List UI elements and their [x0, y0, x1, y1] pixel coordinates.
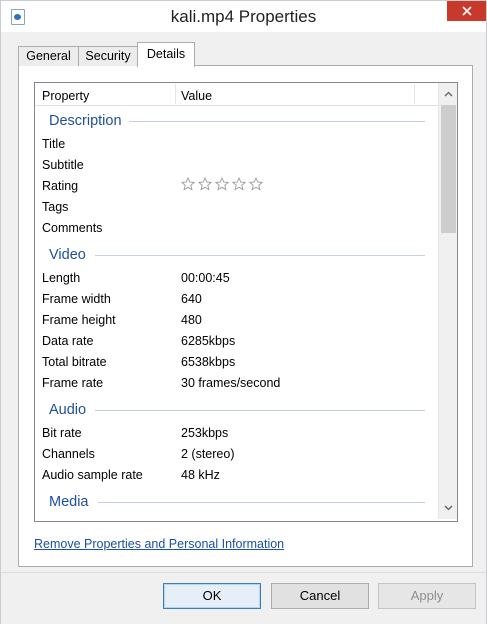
property-length[interactable]: Length [42, 268, 80, 289]
tab-details[interactable]: Details [137, 42, 195, 67]
property-title[interactable]: Title [42, 134, 65, 155]
property-total-bitrate[interactable]: Total bitrate [42, 352, 107, 373]
cancel-button[interactable]: Cancel [271, 583, 369, 609]
chevron-down-icon [444, 505, 452, 511]
vertical-scrollbar[interactable] [438, 83, 457, 519]
property-comments[interactable]: Comments [42, 218, 102, 239]
star-icon[interactable] [181, 177, 195, 191]
property-subtitle[interactable]: Subtitle [42, 155, 84, 176]
column-property[interactable]: Property [42, 83, 89, 105]
scroll-up-button[interactable] [439, 85, 457, 103]
group-divider [98, 502, 425, 503]
tab-security[interactable]: Security [78, 46, 138, 66]
column-header: Property Value [35, 83, 439, 106]
value-frame-width[interactable]: 640 [181, 289, 202, 310]
value-bit-rate[interactable]: 253kbps [181, 423, 228, 444]
property-frame-width[interactable]: Frame width [42, 289, 111, 310]
ok-button[interactable]: OK [163, 583, 261, 609]
column-divider[interactable] [414, 84, 415, 104]
rating-stars[interactable] [181, 177, 263, 193]
tab-general[interactable]: General [18, 46, 79, 66]
property-bit-rate[interactable]: Bit rate [42, 423, 82, 444]
property-channels[interactable]: Channels [42, 444, 95, 465]
property-tags[interactable]: Tags [42, 197, 68, 218]
apply-button[interactable]: Apply [378, 583, 476, 609]
value-frame-height[interactable]: 480 [181, 310, 202, 331]
property-audio-sample-rate[interactable]: Audio sample rate [42, 465, 143, 486]
scroll-down-button[interactable] [439, 499, 457, 517]
group-video[interactable]: Video [49, 245, 86, 265]
column-value[interactable]: Value [181, 83, 212, 105]
close-icon [461, 6, 472, 16]
star-icon[interactable] [232, 177, 246, 191]
window-title: kali.mp4 Properties [170, 7, 317, 26]
group-divider [129, 121, 425, 122]
value-length[interactable]: 00:00:45 [181, 268, 230, 289]
close-button[interactable] [447, 1, 486, 21]
group-description[interactable]: Description [49, 111, 122, 131]
property-rating[interactable]: Rating [42, 176, 78, 197]
title-bar: kali.mp4 Properties [1, 1, 486, 32]
value-total-bitrate[interactable]: 6538kbps [181, 352, 235, 373]
value-channels[interactable]: 2 (stereo) [181, 444, 235, 465]
value-audio-sample-rate[interactable]: 48 kHz [181, 465, 220, 486]
value-frame-rate[interactable]: 30 frames/second [181, 373, 280, 394]
scroll-thumb[interactable] [441, 105, 456, 233]
remove-properties-link[interactable]: Remove Properties and Personal Informati… [34, 537, 284, 551]
group-divider [95, 410, 425, 411]
column-divider[interactable] [175, 84, 176, 104]
group-audio[interactable]: Audio [49, 400, 86, 420]
value-data-rate[interactable]: 6285kbps [181, 331, 235, 352]
property-data-rate[interactable]: Data rate [42, 331, 93, 352]
star-icon[interactable] [198, 177, 212, 191]
group-divider [95, 255, 425, 256]
property-frame-rate[interactable]: Frame rate [42, 373, 103, 394]
star-icon[interactable] [215, 177, 229, 191]
star-icon[interactable] [249, 177, 263, 191]
group-media[interactable]: Media [49, 492, 89, 512]
details-list[interactable]: Property Value Description Title Subtitl… [34, 82, 458, 522]
properties-dialog: kali.mp4 Properties General Security Det… [0, 0, 487, 624]
chevron-up-icon [444, 91, 452, 97]
property-frame-height[interactable]: Frame height [42, 310, 116, 331]
